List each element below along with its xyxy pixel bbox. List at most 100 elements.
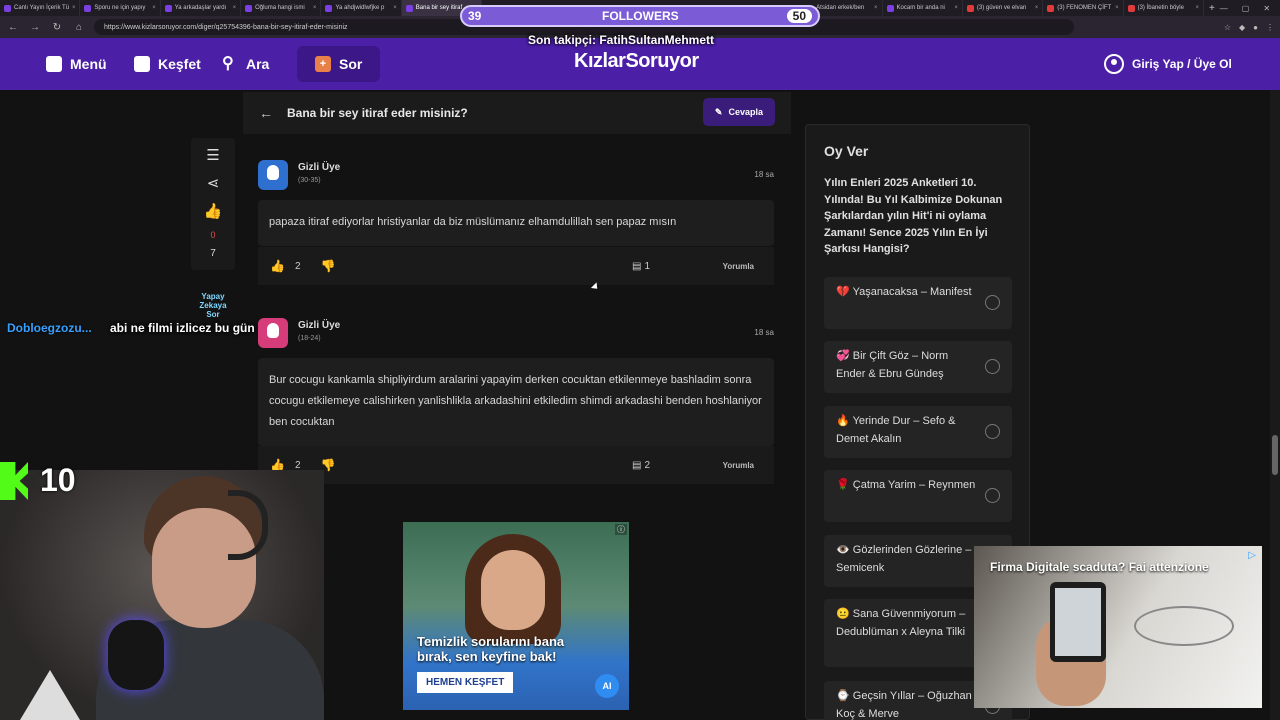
playlist-add-icon[interactable]: ☰ [203, 146, 223, 166]
browser-tab[interactable]: Sporu ne için yapıy × [80, 0, 161, 16]
thumbs-down-icon[interactable]: 👎 [321, 259, 336, 273]
ad-headline: Temizlik sorularını bana bırak, sen keyf… [417, 634, 565, 664]
new-tab-button[interactable]: + [1204, 0, 1220, 16]
minimize-icon[interactable]: — [1220, 4, 1228, 13]
last-follower-text: Son takipçi: FatihSultanMehmett [528, 33, 715, 47]
browser-tab[interactable]: (3) FENOMEN ÇİFT × [1043, 0, 1124, 16]
thumbs-up-icon[interactable]: 👍 [203, 202, 223, 222]
close-icon[interactable]: × [393, 5, 397, 11]
page-scrollbar[interactable] [1270, 90, 1280, 720]
headset-image [228, 490, 268, 560]
browser-tab[interactable]: Canlı Yayın İçerik Tü × [0, 0, 81, 16]
ai-ask-label[interactable]: Yapay Zekaya Sor [194, 292, 232, 319]
scrollbar-thumb[interactable] [1272, 435, 1278, 475]
comment-count[interactable]: ▤ 1 [632, 261, 650, 272]
comment-count[interactable]: ▤ 2 [632, 460, 650, 471]
close-icon[interactable]: × [313, 5, 317, 11]
close-icon[interactable]: × [1195, 5, 1199, 11]
close-icon[interactable]: × [72, 5, 76, 11]
poll-option[interactable]: 💞 Bir Çift Göz – Norm Ender & Ebru Günde… [824, 341, 1012, 393]
kick-viewer-count: 10 [40, 462, 76, 498]
comment-button[interactable]: Yorumla [723, 461, 754, 470]
back-icon[interactable]: ← [6, 22, 20, 33]
youtube-icon [1047, 4, 1055, 12]
profile-icon[interactable]: ● [1253, 23, 1258, 32]
radio-button[interactable] [985, 295, 1000, 310]
comment-icon: ▤ [632, 260, 642, 272]
poll-option[interactable]: 🔥 Yerinde Dur – Sefo & Demet Akalın [824, 406, 1012, 458]
close-icon[interactable]: × [233, 5, 237, 11]
explore-icon [134, 56, 150, 72]
avatar [258, 318, 288, 348]
close-icon[interactable]: × [954, 5, 958, 11]
close-icon[interactable]: × [1115, 5, 1119, 11]
back-arrow-icon[interactable]: ← [259, 105, 275, 121]
streamer-webcam [0, 470, 324, 720]
browser-tab[interactable]: Kocam bir anda ni × [883, 0, 963, 16]
video-ad-title: Firma Digitale scaduta? Fai attenzione [990, 560, 1209, 574]
poll-question: Yılın Enleri 2025 Anketleri 10. Yılında!… [824, 177, 1003, 255]
site-logo[interactable]: KızlarSoruyor [574, 50, 699, 73]
reload-icon[interactable]: ↻ [50, 22, 64, 33]
ad-image [481, 550, 545, 630]
window-controls: — ▢ ✕ [1220, 4, 1280, 13]
search-button[interactable]: ⚲ Ara [222, 38, 269, 90]
video-advertisement[interactable]: Firma Digitale scaduta? Fai attenzione ▷ [974, 546, 1262, 708]
youtube-icon [966, 4, 974, 12]
ad-info-icon[interactable]: ⓘ [615, 524, 627, 535]
browser-tab[interactable]: Ya ahdjwidlwfjke p × [321, 0, 402, 16]
tab-favicon-icon [84, 4, 92, 12]
browser-tab[interactable]: (3) güven ve elvan × [963, 0, 1044, 16]
search-icon: ⚲ [222, 55, 234, 72]
comment-button[interactable]: Yorumla [723, 262, 754, 271]
answer-button[interactable]: ✎ Cevapla [702, 98, 775, 126]
browser-tab[interactable]: Oğluma hangi ismi × [241, 0, 322, 16]
poll-option[interactable]: 💔 Yaşanacaksa – Manifest [824, 277, 1012, 329]
close-icon[interactable]: × [874, 5, 878, 11]
ad-choices-icon[interactable]: ▷ [1248, 550, 1256, 561]
answer-like-count: 2 [294, 459, 301, 471]
login-button[interactable]: Giriş Yap / Üye Ol [1104, 38, 1232, 90]
radio-button[interactable] [985, 488, 1000, 503]
bookmark-star-icon[interactable]: ☆ [1224, 23, 1231, 32]
question-view-count: 7 [210, 248, 216, 259]
browser-tab[interactable]: (3) İbanetin böyle × [1124, 0, 1204, 16]
answer-time: 18 sa [754, 328, 774, 337]
tab-favicon-icon [245, 4, 253, 12]
poll-option[interactable]: 🌹 Çatma Yarim – Reynmen [824, 470, 1012, 522]
browser-menu-icon[interactable]: ⋮ [1266, 23, 1274, 32]
explore-button[interactable]: Keşfet [134, 38, 201, 90]
answer-username: Gizli Üye [298, 320, 341, 331]
menu-button[interactable]: Menü [46, 38, 107, 90]
video-ad-image [1134, 606, 1234, 646]
ai-badge-icon: AI [595, 674, 619, 698]
share-icon[interactable]: ⋖ [203, 174, 223, 194]
thumbs-up-icon[interactable]: 👍 [270, 259, 285, 273]
maximize-icon[interactable]: ▢ [1242, 4, 1250, 13]
question-header: ← Bana bir sey itiraf eder misiniz? ✎ Cev… [243, 92, 791, 134]
advertisement[interactable]: ⓘ Temizlik sorularını bana bırak, sen ke… [403, 522, 629, 710]
answer-time: 18 sa [754, 170, 774, 179]
ask-button[interactable]: + Sor [297, 46, 381, 82]
followers-count: 39 [468, 9, 482, 23]
tab-favicon-icon [405, 4, 413, 12]
chat-username: Dobloegzozu... [7, 321, 92, 335]
browser-tab[interactable]: Ya arkadaşlar yardı × [161, 0, 242, 16]
close-icon[interactable]: × [152, 5, 156, 11]
tab-favicon-icon [4, 4, 11, 12]
close-icon[interactable]: × [1035, 5, 1039, 11]
answer-text: Bur cocugu kankamla shipliyirdum aralari… [258, 358, 774, 446]
radio-button[interactable] [985, 359, 1000, 374]
extension-icons: ☆ ◆ ● ⋮ [1224, 23, 1274, 32]
followers-goal-bar: 39 FOLLOWERS 50 [460, 5, 820, 27]
radio-button[interactable] [985, 424, 1000, 439]
extensions-icon[interactable]: ◆ [1239, 23, 1245, 32]
tab-favicon-icon [325, 4, 333, 12]
forward-icon[interactable]: → [28, 22, 42, 33]
close-window-icon[interactable]: ✕ [1263, 4, 1270, 13]
webcam-image [20, 670, 80, 720]
home-icon[interactable]: ⌂ [72, 22, 86, 33]
ad-cta-button[interactable]: HEMEN KEŞFET [417, 672, 514, 693]
answer-text: papaza itiraf ediyorlar hristiyanlar da … [258, 200, 774, 246]
answer-card: Gizli Üye (18-24) 18 sa Bur cocugu kanka… [258, 318, 774, 484]
